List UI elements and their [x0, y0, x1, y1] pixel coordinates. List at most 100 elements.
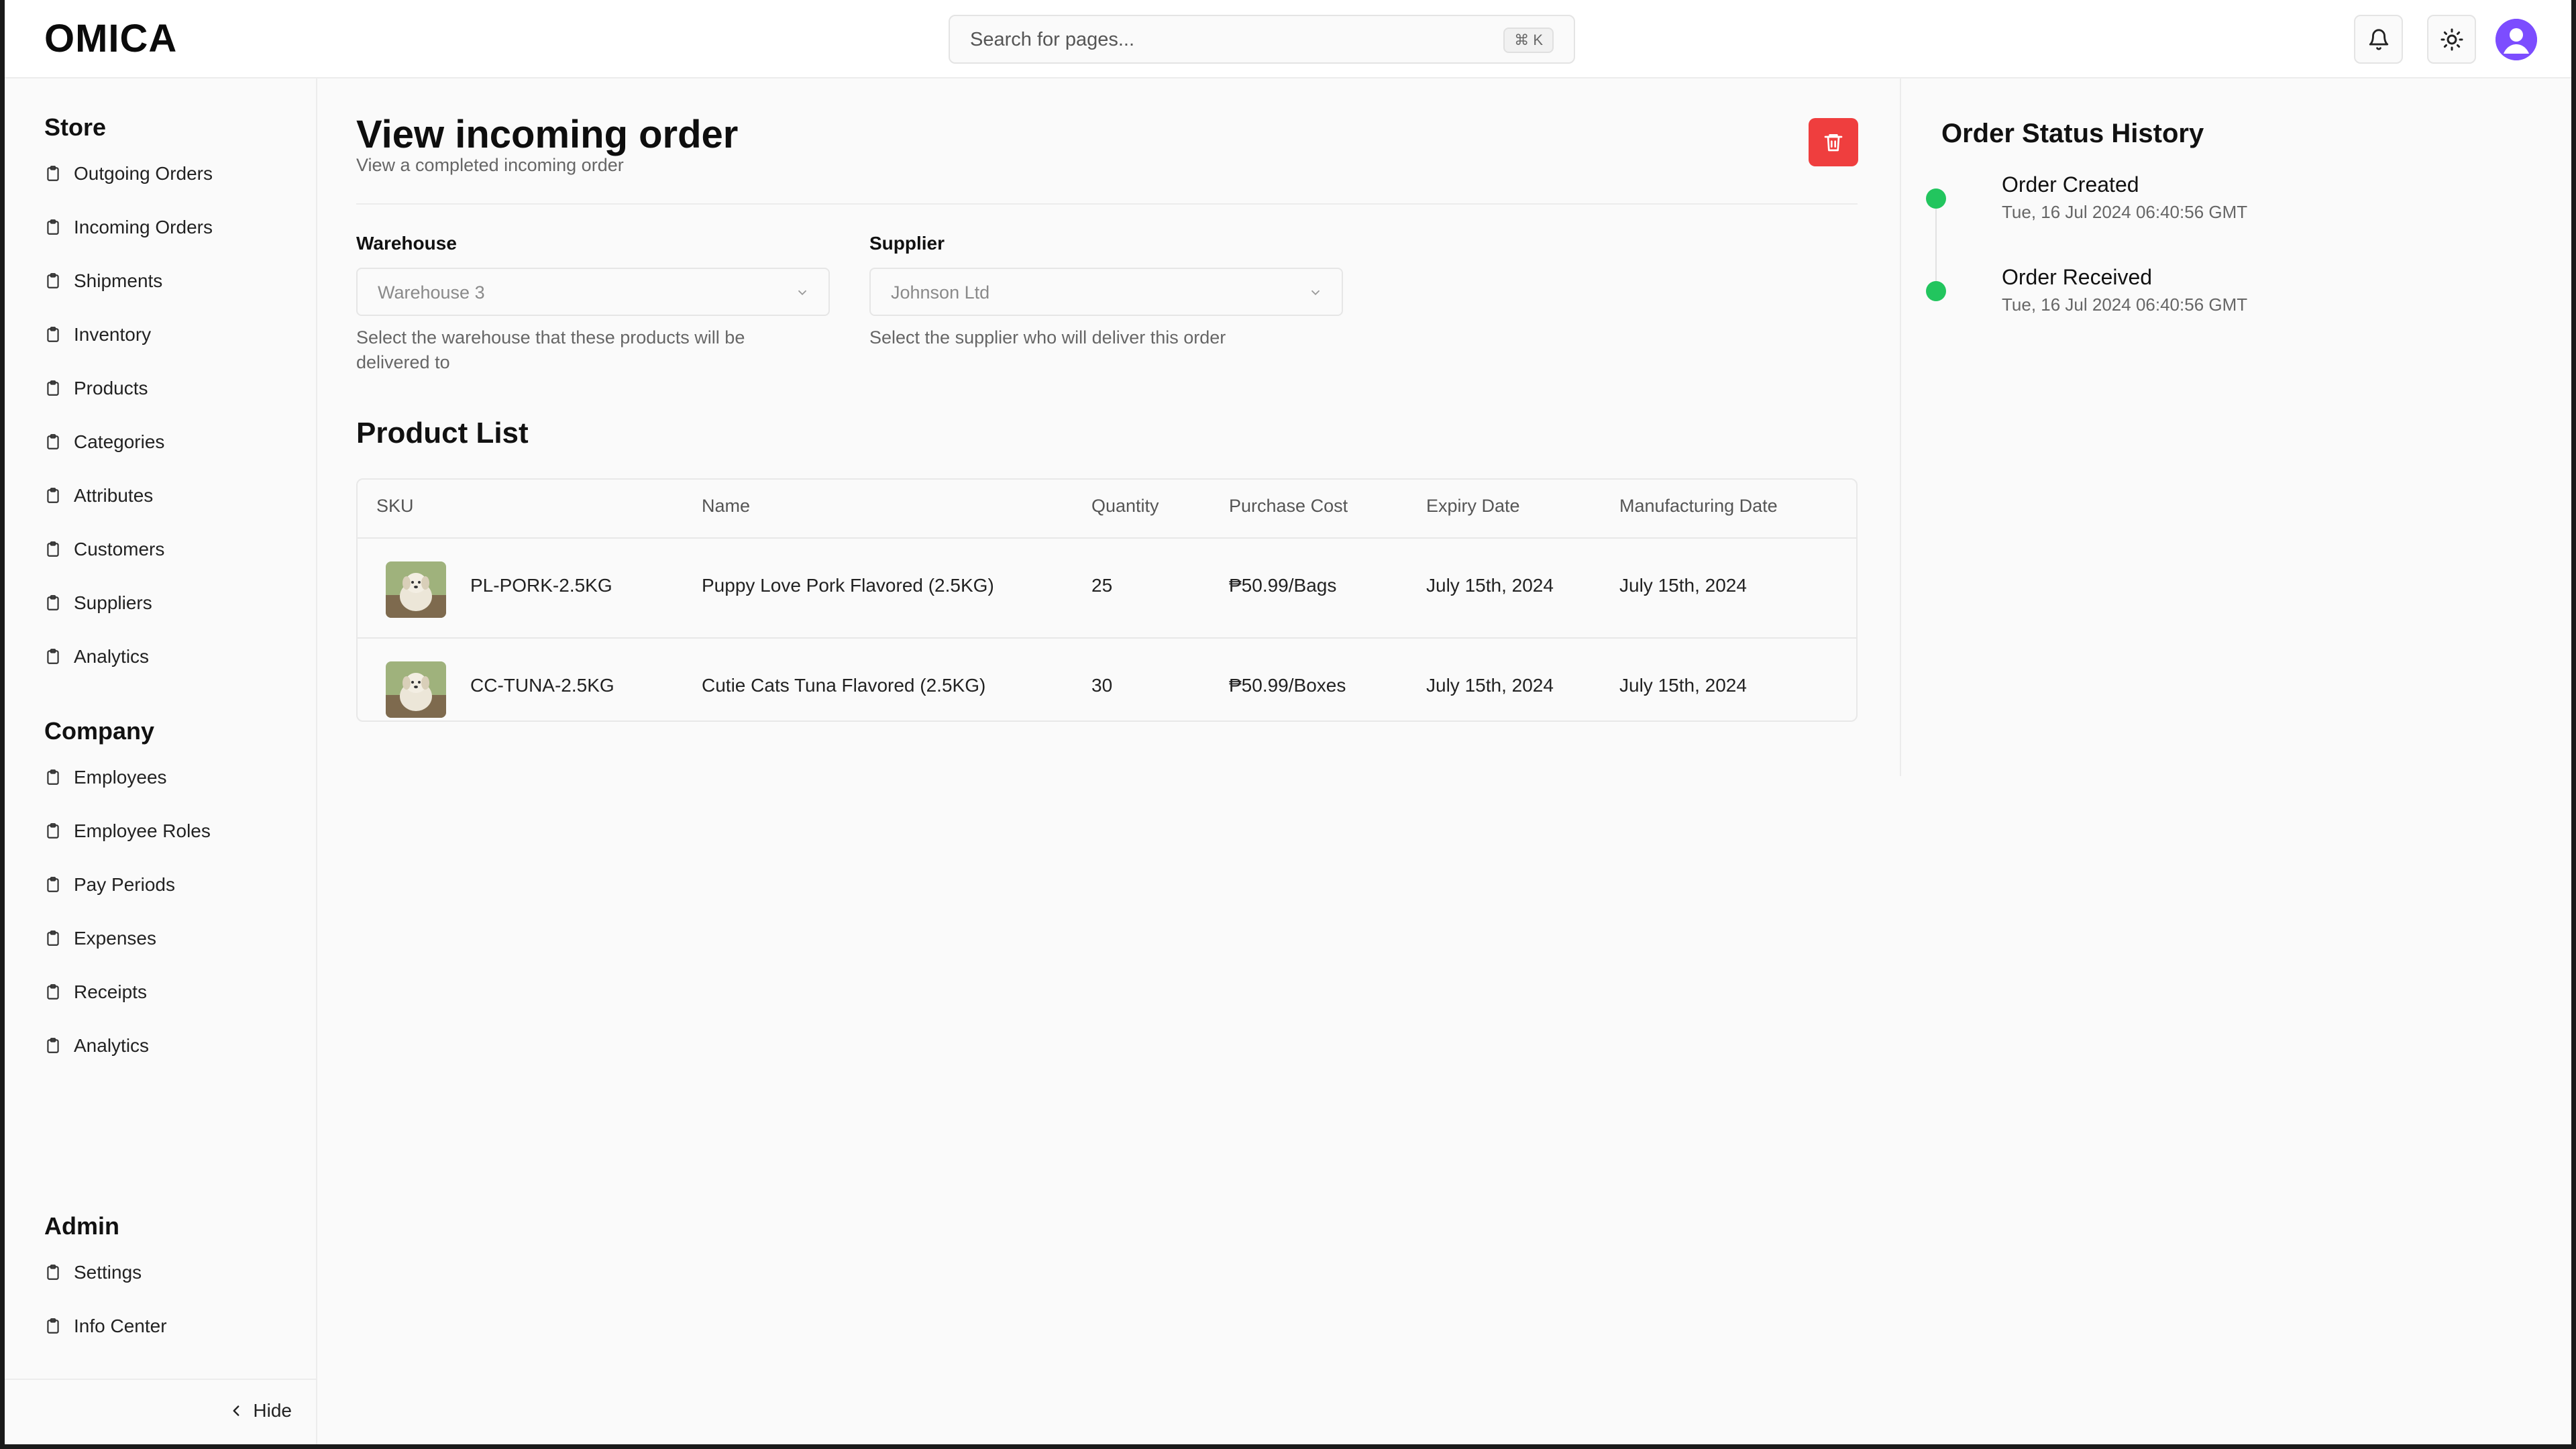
sidebar-item-label: Settings [74, 1262, 142, 1283]
status-entry-time: Tue, 16 Jul 2024 06:40:56 GMT [2002, 294, 2248, 315]
user-avatar[interactable] [2496, 19, 2537, 60]
clipboard-icon [47, 823, 59, 839]
sidebar-item-store-analytics[interactable]: Analytics [44, 642, 149, 672]
sidebar-item-inventory[interactable]: Inventory [44, 320, 151, 350]
cell-name: Cutie Cats Tuna Flavored (2.5KG) [702, 675, 986, 696]
page-subtitle: View a completed incoming order [356, 155, 624, 175]
clipboard-icon [47, 595, 59, 610]
notifications-button[interactable] [2354, 15, 2403, 64]
supplier-select-value: Johnson Ltd [891, 282, 990, 303]
delete-order-button[interactable] [1809, 118, 1858, 166]
header-divider [356, 203, 1858, 205]
search-shortcut-badge: ⌘ K [1503, 28, 1554, 53]
warehouse-select[interactable]: Warehouse 3 [356, 268, 830, 316]
hide-sidebar-label: Hide [253, 1400, 292, 1421]
product-thumbnail [386, 661, 446, 718]
status-entry-name: Order Created [2002, 172, 2139, 197]
sidebar-section-company: Company [44, 717, 155, 745]
supplier-select[interactable]: Johnson Ltd [869, 268, 1343, 316]
sidebar-item-info-center[interactable]: Info Center [44, 1311, 167, 1341]
clipboard-icon [47, 273, 59, 288]
cell-quantity: 30 [1091, 675, 1113, 696]
chevron-down-icon [1311, 290, 1320, 296]
sidebar-item-shipments[interactable]: Shipments [44, 266, 162, 296]
clipboard-icon [47, 380, 59, 396]
warehouse-select-value: Warehouse 3 [378, 282, 485, 303]
sidebar-item-label: Products [74, 378, 148, 398]
column-header-name: Name [702, 496, 751, 516]
clipboard-icon [47, 1265, 59, 1280]
sidebar-section-store: Store [44, 113, 107, 141]
cell-manufacturing-date: July 15th, 2024 [1619, 675, 1747, 696]
status-entry-name: Order Received [2002, 265, 2153, 289]
table-row[interactable]: PL-PORK-2.5KG Puppy Love Pork Flavored (… [358, 539, 1856, 637]
sidebar-item-settings[interactable]: Settings [44, 1258, 142, 1287]
clipboard-icon [47, 166, 59, 181]
clipboard-icon [47, 1038, 59, 1053]
sidebar-item-incoming-orders[interactable]: Incoming Orders [44, 213, 213, 242]
clipboard-icon [47, 984, 59, 1000]
clipboard-icon [47, 649, 59, 664]
sidebar-item-label: Suppliers [74, 592, 152, 613]
sidebar-item-receipts[interactable]: Receipts [44, 977, 147, 1007]
cell-sku: PL-PORK-2.5KG [470, 575, 612, 596]
app-window: OMICA Search for pages... ⌘ K Store Outg… [5, 0, 2571, 1444]
order-status-history-title: Order Status History [1941, 119, 2204, 148]
sidebar-item-label: Shipments [74, 270, 163, 291]
sidebar-item-employee-roles[interactable]: Employee Roles [44, 816, 211, 846]
sidebar-item-label: Customers [74, 539, 165, 559]
order-status-history-panel: Order Status History Order Created Tue, … [1900, 78, 2571, 776]
page-title: View incoming order [356, 113, 739, 156]
search-placeholder: Search for pages... [970, 29, 1135, 50]
sidebar-item-products[interactable]: Products [44, 374, 148, 403]
product-table: SKU Name Quantity Purchase Cost Expiry D… [356, 478, 1858, 722]
sidebar-item-label: Pay Periods [74, 874, 175, 895]
sidebar-item-label: Attributes [74, 485, 154, 506]
clipboard-icon [47, 488, 59, 503]
chevron-left-icon [233, 1405, 239, 1416]
sidebar-item-label: Analytics [74, 646, 150, 667]
theme-toggle-button[interactable] [2427, 15, 2476, 64]
table-row[interactable]: CC-TUNA-2.5KG Cutie Cats Tuna Flavored (… [358, 639, 1856, 737]
column-header-purchase-cost: Purchase Cost [1229, 496, 1348, 516]
supplier-help-text: Select the supplier who will deliver thi… [869, 327, 1226, 347]
top-bar: OMICA Search for pages... ⌘ K [5, 0, 2571, 78]
timeline-connector [1935, 208, 1937, 282]
app-logo[interactable]: OMICA [44, 16, 177, 61]
sidebar-item-categories[interactable]: Categories [44, 427, 164, 457]
sidebar-footer: Hide [5, 1379, 317, 1444]
product-list-heading: Product List [356, 417, 529, 449]
clipboard-icon [47, 930, 59, 946]
clipboard-icon [47, 434, 59, 449]
sidebar-item-employees[interactable]: Employees [44, 763, 167, 792]
sidebar-item-pay-periods[interactable]: Pay Periods [44, 870, 175, 900]
sidebar-item-suppliers[interactable]: Suppliers [44, 588, 152, 618]
sidebar-item-outgoing-orders[interactable]: Outgoing Orders [44, 159, 213, 189]
clipboard-icon [47, 769, 59, 785]
status-dot-icon [1926, 189, 1946, 209]
sidebar-item-company-analytics[interactable]: Analytics [44, 1031, 149, 1061]
sidebar: Store Outgoing Orders Incoming Orders Sh… [5, 78, 317, 1444]
column-header-manufacturing-date: Manufacturing Date [1619, 496, 1778, 516]
search-input[interactable]: Search for pages... ⌘ K [949, 15, 1575, 64]
status-dot-icon [1926, 281, 1946, 301]
main-content: View incoming order View a completed inc… [317, 78, 1900, 1444]
sidebar-item-expenses[interactable]: Expenses [44, 924, 156, 953]
clipboard-icon [47, 541, 59, 557]
clipboard-icon [47, 877, 59, 892]
clipboard-icon [47, 219, 59, 235]
sidebar-item-label: Outgoing Orders [74, 163, 213, 184]
sidebar-item-label: Categories [74, 431, 165, 452]
sidebar-item-label: Receipts [74, 981, 147, 1002]
cell-manufacturing-date: July 15th, 2024 [1619, 575, 1747, 596]
column-header-sku: SKU [376, 496, 414, 516]
sidebar-item-label: Incoming Orders [74, 217, 213, 237]
sidebar-section-admin: Admin [44, 1212, 119, 1240]
user-avatar-icon [2496, 19, 2537, 60]
cell-sku: CC-TUNA-2.5KG [470, 675, 614, 696]
sidebar-item-customers[interactable]: Customers [44, 535, 164, 564]
cell-purchase-cost: ₱50.99/Boxes [1229, 675, 1346, 696]
sidebar-item-attributes[interactable]: Attributes [44, 481, 153, 511]
hide-sidebar-button[interactable]: Hide [227, 1400, 292, 1421]
column-header-quantity: Quantity [1091, 496, 1159, 516]
